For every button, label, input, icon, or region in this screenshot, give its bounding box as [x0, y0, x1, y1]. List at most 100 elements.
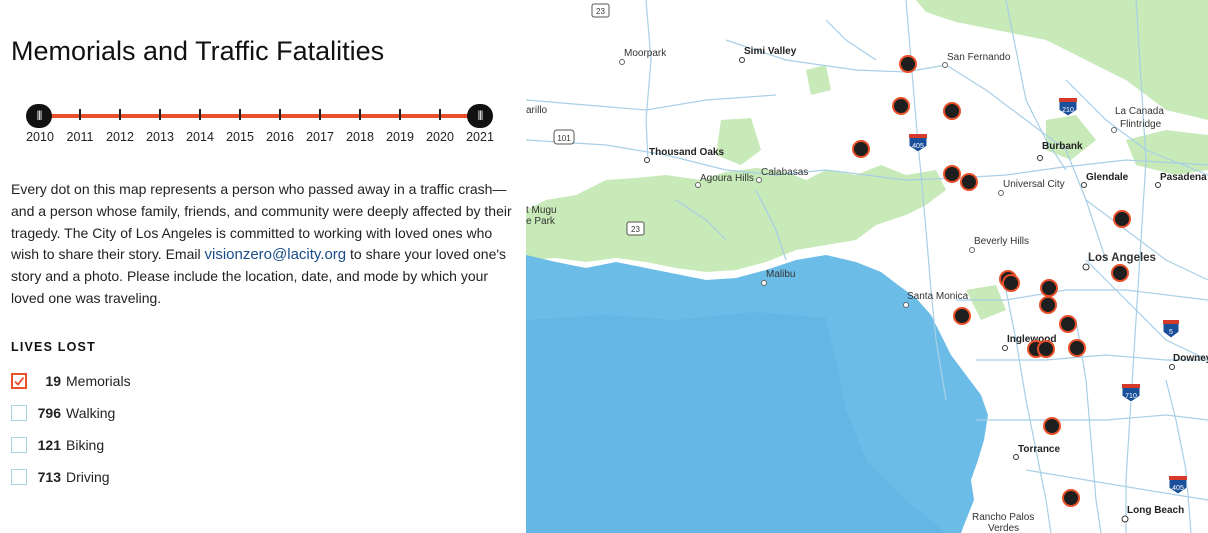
memorials-count: 19 — [45, 373, 61, 389]
email-link[interactable]: visionzero@lacity.org — [204, 246, 346, 263]
memorial-marker[interactable] — [852, 140, 870, 158]
label-la-canada: La Canada — [1115, 106, 1164, 117]
highway-23-shield: 23 — [626, 221, 645, 236]
place-dot — [756, 177, 762, 183]
place-dot — [969, 247, 975, 253]
checkbox-walking[interactable] — [11, 405, 27, 421]
place-dot — [619, 59, 625, 65]
filter-driving[interactable]: 713 Driving — [11, 466, 110, 488]
place-dot — [1002, 345, 1008, 351]
slider-tick — [159, 109, 161, 120]
place-dot — [644, 157, 650, 163]
label-moorpark: Moorpark — [624, 48, 667, 59]
check-icon — [14, 376, 25, 386]
filter-memorials[interactable]: 19 Memorials — [11, 370, 131, 392]
memorial-marker[interactable] — [1059, 315, 1077, 333]
place-dot — [1169, 364, 1175, 370]
memorial-marker[interactable] — [1111, 264, 1129, 282]
slider-start-handle[interactable]: ||| — [26, 104, 52, 128]
memorial-marker[interactable] — [899, 55, 917, 73]
year-label-2012: 2012 — [106, 130, 134, 144]
map-canvas[interactable]: 23 101 23 405 210 5 710 405 Simi Valley … — [526, 0, 1208, 533]
place-dot — [1155, 182, 1161, 188]
memorial-marker[interactable] — [1043, 417, 1061, 435]
intro-paragraph: Every dot on this map represents a perso… — [11, 179, 516, 310]
year-range-slider[interactable]: ||| ||| 2010 2011 2012 2013 2014 2015 2016 2017… — [11, 100, 511, 146]
place-dot — [998, 190, 1004, 196]
sidebar-panel: Memorials and Traffic Fatalities ||| |||… — [0, 0, 526, 533]
place-dot — [1082, 263, 1090, 271]
slider-tick — [199, 109, 201, 120]
memorial-marker[interactable] — [1002, 274, 1020, 292]
label-camarillo-partial: arillo — [526, 105, 548, 116]
memorial-marker[interactable] — [1039, 296, 1057, 314]
year-label-2016: 2016 — [266, 130, 294, 144]
label-agoura-hills: Agoura Hills — [700, 173, 754, 184]
label-beverly-hills: Beverly Hills — [974, 236, 1029, 247]
svg-text:405: 405 — [1172, 485, 1184, 492]
biking-count: 121 — [37, 437, 61, 453]
memorial-marker[interactable] — [943, 165, 961, 183]
label-torrance: Torrance — [1018, 444, 1060, 455]
slider-track[interactable] — [39, 114, 481, 118]
label-glendale: Glendale — [1086, 172, 1129, 183]
memorial-marker[interactable] — [1062, 489, 1080, 507]
svg-text:710: 710 — [1125, 393, 1137, 400]
label-burbank: Burbank — [1042, 141, 1083, 152]
label-los-angeles: Los Angeles — [1088, 252, 1156, 264]
slider-tick — [399, 109, 401, 120]
year-label-2019: 2019 — [386, 130, 414, 144]
place-dot — [1121, 515, 1129, 523]
map-view[interactable]: 23 101 23 405 210 5 710 405 Simi Valley … — [526, 0, 1208, 533]
place-dot — [903, 302, 909, 308]
place-dot — [1111, 127, 1117, 133]
checkbox-biking[interactable] — [11, 437, 27, 453]
slider-end-handle[interactable]: ||| — [467, 104, 493, 128]
label-rancho-palos: Rancho Palos — [972, 512, 1034, 523]
label-calabasas: Calabasas — [761, 167, 808, 178]
highway-23-shield: 23 — [591, 3, 610, 18]
filter-walking[interactable]: 796 Walking — [11, 402, 115, 424]
label-san-fernando: San Fernando — [947, 52, 1011, 63]
year-label-2020: 2020 — [426, 130, 454, 144]
lives-lost-heading: LIVES LOST — [11, 340, 96, 354]
year-label-2017: 2017 — [306, 130, 334, 144]
label-verdes: Verdes — [988, 523, 1019, 533]
memorial-marker[interactable] — [1040, 279, 1058, 297]
label-universal-city: Universal City — [1003, 179, 1065, 190]
page-title: Memorials and Traffic Fatalities — [11, 36, 385, 66]
svg-text:101: 101 — [557, 134, 571, 143]
year-label-2015: 2015 — [226, 130, 254, 144]
label-state-park-partial: e Park — [526, 216, 556, 227]
memorial-marker[interactable] — [1113, 210, 1131, 228]
biking-label: Biking — [66, 437, 105, 453]
label-flintridge: Flintridge — [1120, 119, 1162, 130]
label-point-mugu-partial: t Mugu — [526, 205, 557, 216]
label-thousand-oaks: Thousand Oaks — [649, 147, 724, 158]
year-label-2013: 2013 — [146, 130, 174, 144]
memorial-marker[interactable] — [943, 102, 961, 120]
svg-text:210: 210 — [1062, 107, 1074, 114]
memorial-marker[interactable] — [1068, 339, 1086, 357]
label-pasadena: Pasadena — [1160, 172, 1207, 183]
place-dot — [761, 280, 767, 286]
memorial-marker[interactable] — [960, 173, 978, 191]
walking-count: 796 — [37, 405, 61, 421]
slider-tick — [279, 109, 281, 120]
slider-tick — [359, 109, 361, 120]
place-dot — [1037, 155, 1043, 161]
slider-tick — [119, 109, 121, 120]
checkbox-memorials[interactable] — [11, 373, 27, 389]
memorial-marker[interactable] — [953, 307, 971, 325]
memorials-label: Memorials — [66, 373, 131, 389]
year-label-2014: 2014 — [186, 130, 214, 144]
place-dot — [1081, 182, 1087, 188]
filter-biking[interactable]: 121 Biking — [11, 434, 104, 456]
place-dot — [739, 57, 745, 63]
year-label-2010: 2010 — [26, 130, 54, 144]
slider-tick — [79, 109, 81, 120]
slider-tick — [239, 109, 241, 120]
memorial-marker[interactable] — [892, 97, 910, 115]
memorial-marker[interactable] — [1037, 340, 1055, 358]
checkbox-driving[interactable] — [11, 469, 27, 485]
